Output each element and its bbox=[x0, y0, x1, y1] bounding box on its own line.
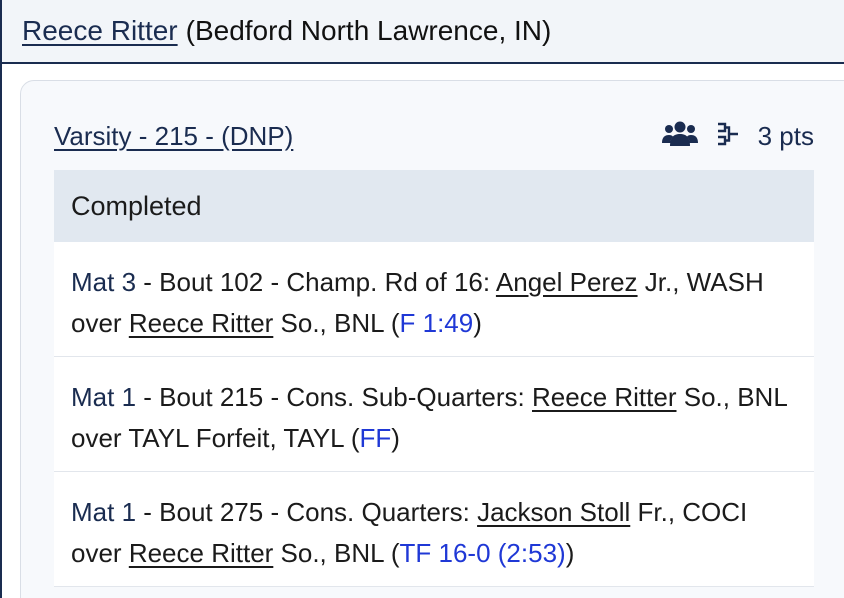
winner-link[interactable]: Angel Perez bbox=[496, 267, 638, 297]
left-divider bbox=[0, 64, 2, 598]
match-item: Mat 3 - Bout 102 - Champ. Rd of 16: Ange… bbox=[54, 242, 814, 357]
bout-info: - Bout 275 - Cons. Quarters: bbox=[136, 497, 478, 527]
mat-label: Mat 3 bbox=[71, 267, 137, 297]
match-item: Mat 1 - Bout 215 - Cons. Sub-Quarters: R… bbox=[54, 357, 814, 472]
division-link[interactable]: Varsity - 215 - (DNP) bbox=[54, 121, 293, 152]
completed-section-header: Completed bbox=[54, 170, 814, 242]
winner-link[interactable]: Jackson Stoll bbox=[477, 497, 630, 527]
bracket-icon[interactable] bbox=[716, 121, 740, 152]
match-item: Mat 1 - Bout 275 - Cons. Quarters: Jacks… bbox=[54, 472, 814, 587]
bout-info: - Bout 215 - Cons. Sub-Quarters: bbox=[136, 382, 532, 412]
points-value: 3 pts bbox=[757, 120, 814, 151]
loser-suffix: So., BNL ( bbox=[273, 538, 400, 568]
wrestler-school: (Bedford North Lawrence, IN) bbox=[185, 15, 552, 46]
division-meta: 3 pts bbox=[661, 120, 814, 153]
mat-label: Mat 1 bbox=[71, 382, 137, 412]
result-link[interactable]: FF bbox=[360, 423, 392, 453]
result-link[interactable]: TF 16-0 (2:53) bbox=[400, 538, 566, 568]
winner-link[interactable]: Reece Ritter bbox=[532, 382, 677, 412]
mat-label: Mat 1 bbox=[71, 497, 137, 527]
division-row: Varsity - 215 - (DNP) 3 pts bbox=[54, 116, 814, 156]
section-title: Completed bbox=[71, 190, 202, 221]
wrestler-name-link[interactable]: Reece Ritter bbox=[22, 15, 178, 47]
loser-link[interactable]: Reece Ritter bbox=[129, 308, 274, 338]
result-close: ) bbox=[565, 538, 575, 568]
match-list: Mat 3 - Bout 102 - Champ. Rd of 16: Ange… bbox=[54, 242, 814, 587]
loser-link[interactable]: Reece Ritter bbox=[129, 538, 274, 568]
bout-info: - Bout 102 - Champ. Rd of 16: bbox=[136, 267, 496, 297]
wrestler-header: Reece Ritter (Bedford North Lawrence, IN… bbox=[0, 0, 844, 64]
result-close: ) bbox=[391, 423, 400, 453]
result-link[interactable]: F 1:49 bbox=[400, 308, 474, 338]
people-group-icon[interactable] bbox=[661, 120, 698, 153]
result-close: ) bbox=[473, 308, 482, 338]
loser-suffix: So., BNL ( bbox=[273, 308, 400, 338]
